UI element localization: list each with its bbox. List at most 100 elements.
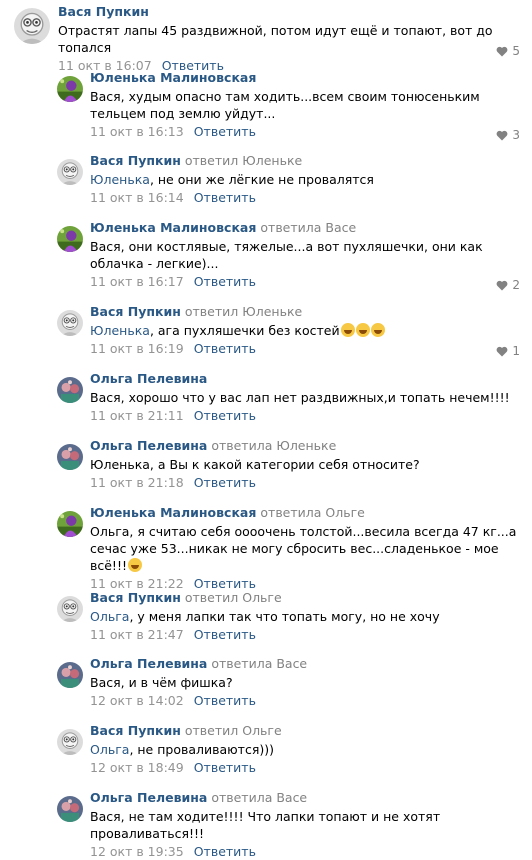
avatar[interactable] [57, 662, 83, 688]
reply-button[interactable]: Ответить [194, 190, 256, 205]
avatar[interactable] [57, 310, 83, 336]
comment-date[interactable]: 11 окт в 16:19 [90, 341, 184, 356]
author-link[interactable]: Вася Пупкин [90, 304, 181, 319]
reply-button[interactable]: Ответить [194, 576, 256, 591]
comment-header: Юленька Малиновская ответила Ольге [90, 505, 518, 521]
like-button[interactable]: 2 [496, 278, 520, 292]
avatar[interactable] [57, 226, 83, 252]
comment-text-content: , у меня лапки так что топать могу, но н… [129, 609, 440, 624]
author-link[interactable]: Юленька Малиновская [90, 505, 256, 520]
avatar[interactable] [57, 511, 83, 537]
olga-avatar [57, 377, 83, 403]
reply-to-label: ответила Васе [211, 656, 308, 671]
reply-to-label: ответила Юленьке [211, 438, 337, 453]
comment-date[interactable]: 12 окт в 19:35 [90, 844, 184, 859]
mention-link[interactable]: Юленька [90, 172, 150, 187]
author-link[interactable]: Вася Пупкин [58, 4, 149, 19]
comment-text: Юленька, ага пухляшечки без костей [90, 322, 518, 339]
avatar[interactable] [57, 444, 83, 470]
comment-text-content: Вася, и в чём фишка? [90, 675, 233, 690]
reply-button[interactable]: Ответить [194, 124, 256, 139]
rofl-emoji [370, 323, 385, 337]
reply-to-label: ответил Ольге [184, 590, 282, 605]
yulenka-avatar [57, 511, 83, 537]
comment-date[interactable]: 11 окт в 21:22 [90, 576, 184, 591]
comment-body: Вася Пупкин Отрастят лапы 45 раздвижной, … [58, 4, 518, 74]
like-count: 3 [512, 128, 520, 142]
comment-text: Вася, худым опасно там ходить...всем сво… [90, 88, 518, 122]
avatar[interactable] [57, 729, 83, 755]
avatar[interactable] [57, 76, 83, 102]
avatar[interactable] [57, 159, 83, 185]
like-button[interactable]: 3 [496, 128, 520, 142]
reply-button[interactable]: Ответить [194, 627, 256, 642]
comment-text: Вася, и в чём фишка? [90, 674, 518, 691]
comment-text: Юленька, а Вы к какой категории себя отн… [90, 456, 518, 473]
comment-text: Ольга, я считаю себя оооочень толстой...… [90, 523, 530, 574]
author-link[interactable]: Ольга Пелевина [90, 790, 207, 805]
avatar[interactable] [57, 377, 83, 403]
comment-text-content: , не они же лёгкие не провалятся [149, 172, 374, 187]
avatar[interactable] [57, 596, 83, 622]
author-link[interactable]: Вася Пупкин [90, 590, 181, 605]
vasya-avatar [57, 310, 83, 336]
comment-text-content: Вася, они костлявые, тяжелые...а вот пух… [90, 239, 483, 271]
comment-date[interactable]: 11 окт в 21:11 [90, 408, 184, 423]
yulenka-avatar [57, 226, 83, 252]
comment-text: Отрастят лапы 45 раздвижной, потом идут … [58, 22, 518, 56]
heart-icon [496, 46, 508, 56]
comment-body: Юленька Малиновская ответила Ольге Ольга,… [90, 505, 518, 592]
like-count: 5 [512, 44, 520, 58]
comment-header: Ольга Пелевина ответила Юленьке [90, 438, 518, 454]
comment-meta: 12 окт в 14:02 Ответить [90, 693, 518, 709]
avatar[interactable] [14, 8, 50, 44]
olga-avatar [57, 796, 83, 822]
author-link[interactable]: Юленька Малиновская [90, 220, 256, 235]
author-link[interactable]: Вася Пупкин [90, 723, 181, 738]
avatar[interactable] [57, 796, 83, 822]
author-link[interactable]: Ольга Пелевина [90, 371, 207, 386]
reply-to-label: ответила Васе [260, 220, 357, 235]
mention-link[interactable]: Юленька [90, 323, 150, 338]
reply-button[interactable]: Ответить [194, 475, 256, 490]
comment-body: Ольга Пелевина ответила Васе Вася, и в чё… [90, 656, 518, 709]
comment-body: Ольга Пелевина Вася, хорошо что у вас лап… [90, 371, 518, 424]
comment-date[interactable]: 11 окт в 21:47 [90, 627, 184, 642]
reply-button[interactable]: Ответить [194, 408, 256, 423]
reply-button[interactable]: Ответить [194, 693, 256, 708]
comment-meta: 12 окт в 18:49 Ответить [90, 760, 518, 776]
mention-link[interactable]: Ольга [90, 742, 129, 757]
comment-date[interactable]: 11 окт в 16:14 [90, 190, 184, 205]
comment-date[interactable]: 12 окт в 14:02 [90, 693, 184, 708]
comment-date[interactable]: 11 окт в 16:13 [90, 124, 184, 139]
vasya-avatar [14, 8, 50, 44]
comment-body: Ольга Пелевина ответила Юленьке Юленька, … [90, 438, 518, 491]
comment-date[interactable]: 11 окт в 16:17 [90, 274, 184, 289]
like-button[interactable]: 1 [496, 344, 520, 358]
comment-text: Вася, хорошо что у вас лап нет раздвижны… [90, 389, 518, 406]
comment-meta: 11 окт в 16:14 Ответить [90, 190, 518, 206]
author-link[interactable]: Ольга Пелевина [90, 656, 207, 671]
author-link[interactable]: Ольга Пелевина [90, 438, 207, 453]
olga-avatar [57, 662, 83, 688]
comment-body: Юленька Малиновская Вася, худым опасно та… [90, 70, 518, 140]
reply-button[interactable]: Ответить [194, 760, 256, 775]
olga-avatar [57, 444, 83, 470]
author-link[interactable]: Юленька Малиновская [90, 70, 256, 85]
author-link[interactable]: Вася Пупкин [90, 153, 181, 168]
like-button[interactable]: 5 [496, 44, 520, 58]
reply-button[interactable]: Ответить [194, 341, 256, 356]
comment-text-content: Юленька, а Вы к какой категории себя отн… [90, 457, 420, 472]
comment-header: Вася Пупкин ответил Юленьке [90, 153, 518, 169]
comment-text-content: Отрастят лапы 45 раздвижной, потом идут … [58, 23, 493, 55]
reply-button[interactable]: Ответить [194, 844, 256, 859]
comment-body: Вася Пупкин ответил Юленьке Юленька, ага … [90, 304, 518, 357]
comment-date[interactable]: 11 окт в 21:18 [90, 475, 184, 490]
smile-emoji [127, 558, 142, 572]
comment-date[interactable]: 12 окт в 18:49 [90, 760, 184, 775]
comment-meta: 11 окт в 21:11 Ответить [90, 408, 518, 424]
comment-text-content: Вася, не там ходите!!!! Что лапки топают… [90, 809, 441, 841]
mention-link[interactable]: Ольга [90, 609, 129, 624]
comment-text: Ольга, у меня лапки так что топать могу,… [90, 608, 518, 625]
reply-button[interactable]: Ответить [194, 274, 256, 289]
